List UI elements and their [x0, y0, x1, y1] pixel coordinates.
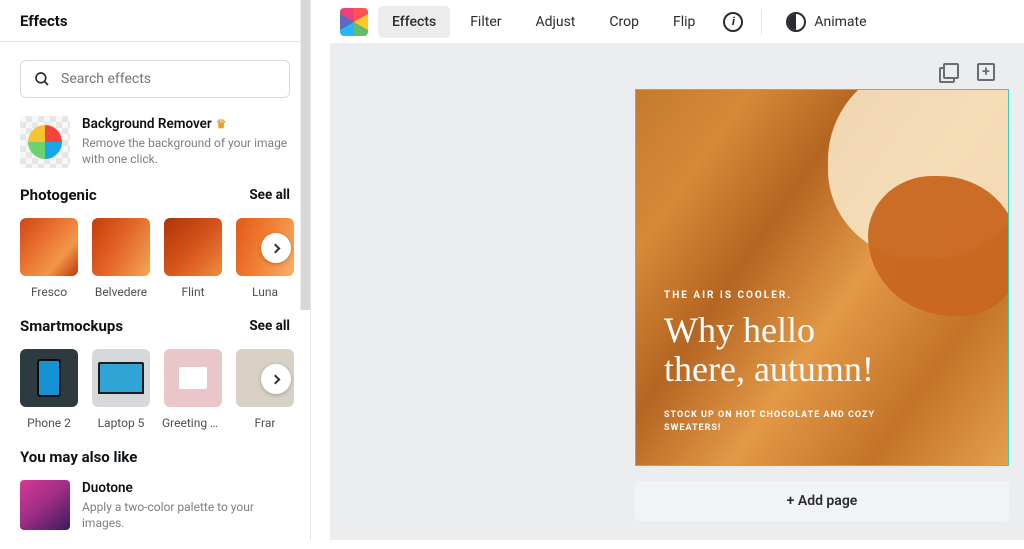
section-head-smartmockups: Smartmockups See all [20, 317, 290, 335]
sidebar-title: Effects [0, 0, 310, 42]
smartmockups-label: Frar [255, 416, 276, 430]
artboard-headline[interactable]: Why hello there, autumn! [664, 311, 888, 389]
section-title: Photogenic [20, 186, 97, 204]
smartmockups-next-button[interactable] [261, 364, 291, 394]
photogenic-item[interactable]: Fresco [20, 218, 78, 299]
see-all-photogenic[interactable]: See all [249, 187, 290, 203]
section-title: Smartmockups [20, 317, 123, 335]
add-page-button[interactable]: + Add page [635, 481, 1009, 521]
smartmockups-item[interactable]: Phone 2 [20, 349, 78, 430]
duotone-item[interactable]: Duotone Apply a two-color palette to you… [20, 480, 290, 531]
photogenic-next-button[interactable] [261, 233, 291, 263]
animate-button[interactable]: Animate [772, 6, 880, 38]
tab-effects[interactable]: Effects [378, 6, 450, 38]
duplicate-icon [939, 63, 957, 81]
smartmockups-row: Phone 2 Laptop 5 Greeting car... Frar [20, 349, 290, 430]
duotone-text: Duotone Apply a two-color palette to you… [82, 480, 290, 531]
bg-remover-title: Background Remover [82, 116, 212, 132]
editor-toolbar: Effects Filter Adjust Crop Flip i Animat… [330, 0, 1024, 44]
premium-crown-icon: ♛ [216, 117, 227, 131]
artboard-subtitle[interactable]: Stock up on hot chocolate and cozy sweat… [664, 409, 888, 436]
bg-remover-text: Background Remover ♛ Remove the backgroun… [82, 116, 290, 168]
new-page-button[interactable]: + [976, 62, 996, 82]
tab-crop[interactable]: Crop [595, 6, 653, 38]
tab-flip[interactable]: Flip [659, 6, 709, 38]
effects-sidebar: Effects Background Remover ♛ Remove the b… [0, 0, 311, 540]
you-may-also-like-title: You may also like [20, 448, 290, 466]
duplicate-page-button[interactable] [938, 62, 958, 82]
artboard-pretitle[interactable]: THE AIR IS COOLER. [664, 290, 888, 301]
toolbar-divider [761, 9, 762, 35]
see-all-smartmockups[interactable]: See all [249, 318, 290, 334]
photogenic-item[interactable]: Flint [164, 218, 222, 299]
canvas-area: + THE AIR IS COOLER. Why hello there, au… [330, 44, 1024, 540]
tab-filter[interactable]: Filter [456, 6, 515, 38]
artboard[interactable]: THE AIR IS COOLER. Why hello there, autu… [635, 89, 1009, 466]
bg-remover-thumb [20, 116, 70, 168]
smartmockups-label: Phone 2 [27, 416, 71, 430]
chevron-right-icon [270, 374, 280, 384]
smartmockups-label: Laptop 5 [98, 416, 145, 430]
new-page-icon: + [977, 63, 995, 81]
photogenic-label: Belvedere [95, 285, 147, 299]
info-button[interactable]: i [715, 6, 751, 38]
animate-icon [786, 12, 806, 32]
section-head-photogenic: Photogenic See all [20, 186, 290, 204]
color-picker-button[interactable] [340, 8, 368, 36]
photogenic-label: Flint [181, 285, 204, 299]
duotone-desc: Apply a two-color palette to your images… [82, 499, 290, 531]
sidebar-body: Background Remover ♛ Remove the backgroun… [0, 42, 310, 549]
sidebar-scrollbar[interactable] [300, 0, 310, 310]
smartmockups-item[interactable]: Greeting car... [164, 349, 222, 430]
canvas-action-icons: + [938, 62, 996, 82]
tab-adjust[interactable]: Adjust [521, 6, 589, 38]
info-icon: i [723, 12, 743, 32]
smartmockups-item[interactable]: Laptop 5 [92, 349, 150, 430]
duotone-title: Duotone [82, 480, 290, 496]
photogenic-item[interactable]: Belvedere [92, 218, 150, 299]
chevron-right-icon [270, 243, 280, 253]
duotone-thumb [20, 480, 70, 530]
smartmockups-label: Greeting car... [162, 416, 224, 430]
background-remover[interactable]: Background Remover ♛ Remove the backgroun… [20, 116, 290, 168]
search-input-wrapper[interactable] [20, 60, 290, 98]
artboard-text-group: THE AIR IS COOLER. Why hello there, autu… [664, 290, 888, 436]
bg-remover-desc: Remove the background of your image with… [82, 135, 290, 167]
search-icon [33, 70, 51, 88]
animate-label: Animate [814, 14, 866, 30]
photogenic-row: Fresco Belvedere Flint Luna [20, 218, 290, 299]
photogenic-label: Luna [252, 285, 278, 299]
search-input[interactable] [61, 71, 277, 87]
photogenic-label: Fresco [31, 285, 67, 299]
